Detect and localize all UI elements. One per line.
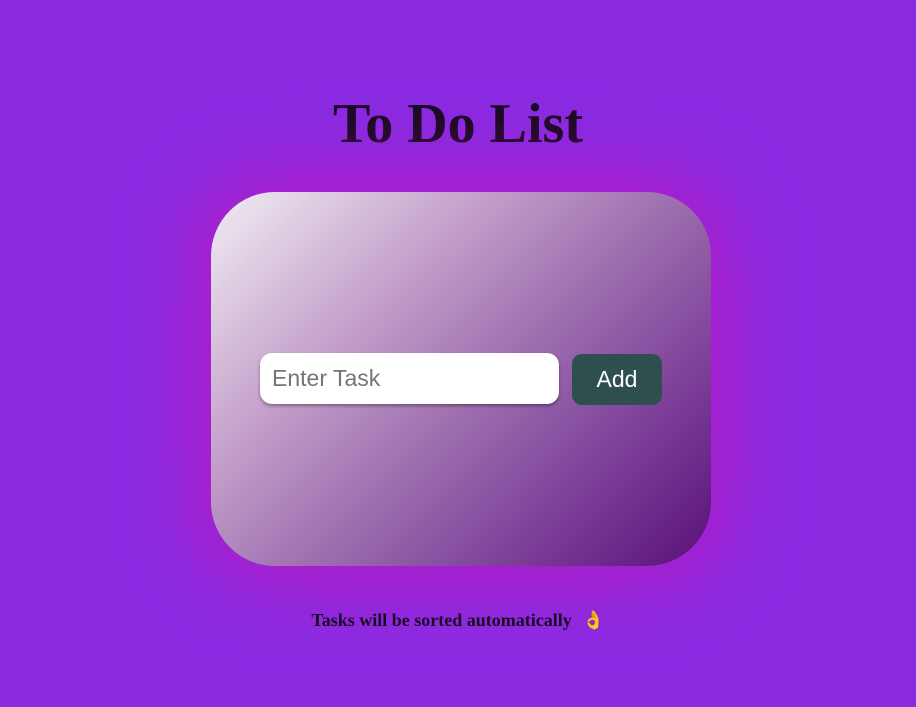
footer-note: Tasks will be sorted automatically 👌 bbox=[0, 607, 916, 634]
footer-note-text: Tasks will be sorted automatically bbox=[311, 610, 572, 630]
add-button[interactable]: Add bbox=[572, 354, 662, 405]
task-input[interactable] bbox=[260, 353, 559, 404]
ok-hand-icon: 👌 bbox=[582, 610, 605, 631]
task-card: Add bbox=[211, 192, 711, 566]
page-title: To Do List bbox=[332, 93, 583, 155]
